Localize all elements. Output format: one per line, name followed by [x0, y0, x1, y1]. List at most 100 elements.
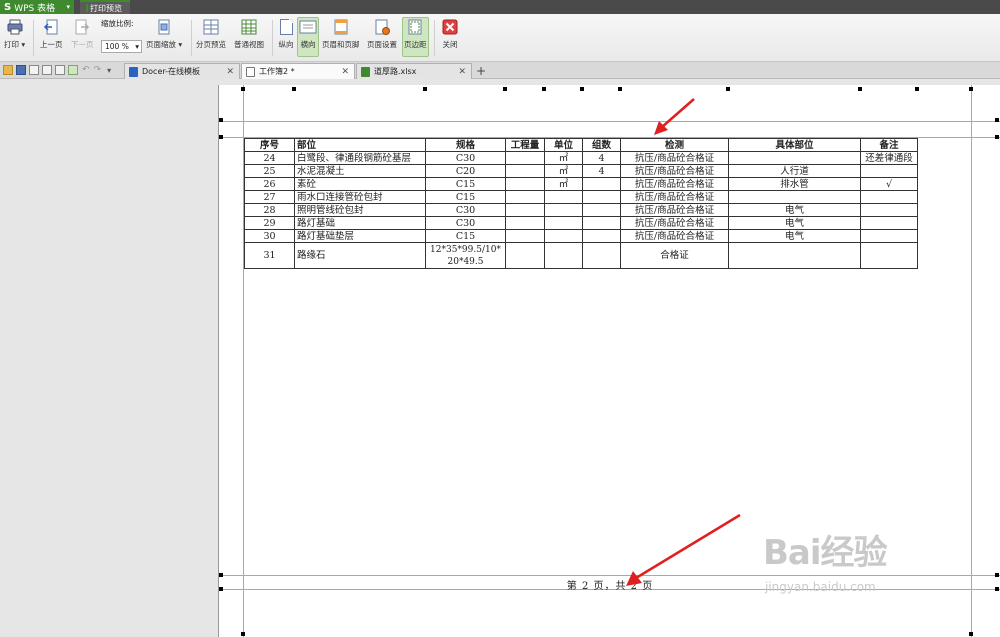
column-handle[interactable]	[858, 87, 862, 91]
column-handle[interactable]	[915, 87, 919, 91]
cell: ㎡	[544, 164, 583, 178]
cell	[544, 216, 583, 230]
print-preview-icon[interactable]	[55, 65, 65, 75]
chevron-down-icon: ▾	[66, 3, 70, 11]
tab-print-preview[interactable]: 打印预览	[80, 0, 130, 14]
column-handle[interactable]	[618, 87, 622, 91]
print-preview-toolbar: 打印 ▾ 上一页 下一页 缩放比例: 100 % ▾ 页面缩放 ▾ 分页预览 普…	[0, 14, 1000, 62]
print-label: 打印	[4, 40, 19, 49]
tab-workbook2[interactable]: 工作簿2 * ✕	[241, 63, 355, 79]
table-row: 25 水泥混凝土 C20 ㎡ 4 抗压/商品砼合格证 人行道	[244, 164, 918, 178]
close-tab-icon[interactable]: ✕	[458, 67, 466, 77]
cell: 路灯基础	[294, 216, 426, 230]
cell: 28	[244, 203, 295, 217]
cell: 电气	[728, 216, 861, 230]
preview-active-icon[interactable]	[68, 65, 78, 75]
header-footer-button[interactable]: 页眉和页脚	[322, 18, 360, 50]
cell	[505, 177, 545, 191]
cell	[582, 242, 621, 269]
cell: 抗压/商品砼合格证	[620, 203, 729, 217]
page-setup-button[interactable]: 页面设置	[367, 18, 397, 50]
cell	[728, 190, 861, 204]
column-handle[interactable]	[241, 632, 245, 636]
column-handle[interactable]	[969, 632, 973, 636]
page-break-preview-button[interactable]: 分页预览	[196, 18, 226, 50]
tab-indicator	[86, 4, 88, 12]
margins-button[interactable]: 页边距	[402, 17, 429, 57]
cell: C30	[425, 151, 506, 165]
cell	[505, 203, 545, 217]
col-header: 组数	[582, 138, 621, 152]
tab-print-preview-label: 打印预览	[90, 3, 122, 13]
close-tab-icon[interactable]: ✕	[341, 67, 349, 77]
cell: ㎡	[544, 151, 583, 165]
cell: 26	[244, 177, 295, 191]
zoom-select[interactable]: 100 % ▾	[101, 40, 142, 53]
margin-handle[interactable]	[219, 118, 223, 122]
prev-page-icon	[42, 18, 60, 36]
cell	[505, 151, 545, 165]
cell: 25	[244, 164, 295, 178]
margin-handle[interactable]	[219, 135, 223, 139]
column-handle[interactable]	[580, 87, 584, 91]
print-icon[interactable]	[42, 65, 52, 75]
tab-docer-templates[interactable]: Docer-在线模板 ✕	[124, 63, 240, 79]
col-header: 单位	[544, 138, 583, 152]
cell: 抗压/商品砼合格证	[620, 177, 729, 191]
column-handle[interactable]	[503, 87, 507, 91]
cell: 照明管线砼包封	[294, 203, 426, 217]
cell: 4	[582, 151, 621, 165]
cell: 抗压/商品砼合格证	[620, 151, 729, 165]
cell: C20	[425, 164, 506, 178]
cell	[860, 203, 918, 217]
redo-icon[interactable]: ↷	[94, 65, 102, 75]
print-button[interactable]: 打印 ▾	[4, 18, 25, 50]
cell: 电气	[728, 203, 861, 217]
undo-icon[interactable]: ↶	[82, 65, 90, 75]
cell	[860, 242, 918, 269]
customize-quick-access-icon[interactable]: ▾	[107, 66, 111, 75]
next-page-label: 下一页	[71, 40, 94, 49]
cell	[582, 177, 621, 191]
column-handle[interactable]	[969, 87, 973, 91]
close-preview-button[interactable]: 关闭	[441, 18, 459, 50]
column-handle[interactable]	[542, 87, 546, 91]
page-zoom-button[interactable]: 页面缩放 ▾	[146, 18, 182, 50]
right-margin-line[interactable]	[971, 85, 972, 637]
landscape-button[interactable]: 横向	[297, 17, 319, 57]
new-tab-button[interactable]: +	[476, 64, 486, 78]
table-row: 24 白鹭段、律通段钢筋砼基层 C30 ㎡ 4 抗压/商品砼合格证 还差律通段	[244, 151, 918, 165]
col-header: 部位	[294, 138, 426, 152]
page-break-preview-label: 分页预览	[196, 40, 226, 49]
column-handle[interactable]	[726, 87, 730, 91]
docer-icon	[129, 66, 138, 77]
col-header: 备注	[860, 138, 918, 152]
prev-page-button[interactable]: 上一页	[40, 18, 63, 50]
normal-view-button[interactable]: 普通视图	[234, 18, 264, 50]
cell: 电气	[728, 229, 861, 243]
tab-xlsx-file[interactable]: 道厚路.xlsx ✕	[356, 63, 472, 79]
open-folder-icon[interactable]	[3, 65, 13, 75]
margins-label: 页边距	[404, 40, 427, 49]
table-row: 28 照明管线砼包封 C30 抗压/商品砼合格证 电气	[244, 203, 918, 217]
next-page-button[interactable]: 下一页	[71, 18, 94, 50]
portrait-label: 纵向	[278, 40, 294, 49]
column-handle[interactable]	[423, 87, 427, 91]
close-tab-icon[interactable]: ✕	[226, 67, 234, 77]
watermark-brand: Bai经验	[763, 533, 888, 573]
page-setup-label: 页面设置	[367, 40, 397, 49]
toolbar-divider	[272, 20, 273, 56]
portrait-button[interactable]: 纵向	[277, 18, 295, 50]
spreadsheet-icon	[361, 66, 370, 77]
cell: 抗压/商品砼合格证	[620, 216, 729, 230]
app-menu-button[interactable]: S WPS 表格 ▾	[0, 0, 74, 14]
top-margin-line[interactable]	[219, 121, 1000, 122]
column-handle[interactable]	[241, 87, 245, 91]
col-header: 具体部位	[728, 138, 861, 152]
wps-logo-icon: S	[4, 1, 12, 13]
column-handle[interactable]	[292, 87, 296, 91]
save-as-icon[interactable]	[29, 65, 39, 75]
margin-handle[interactable]	[995, 135, 999, 139]
margin-handle[interactable]	[995, 118, 999, 122]
save-icon[interactable]	[16, 65, 26, 75]
